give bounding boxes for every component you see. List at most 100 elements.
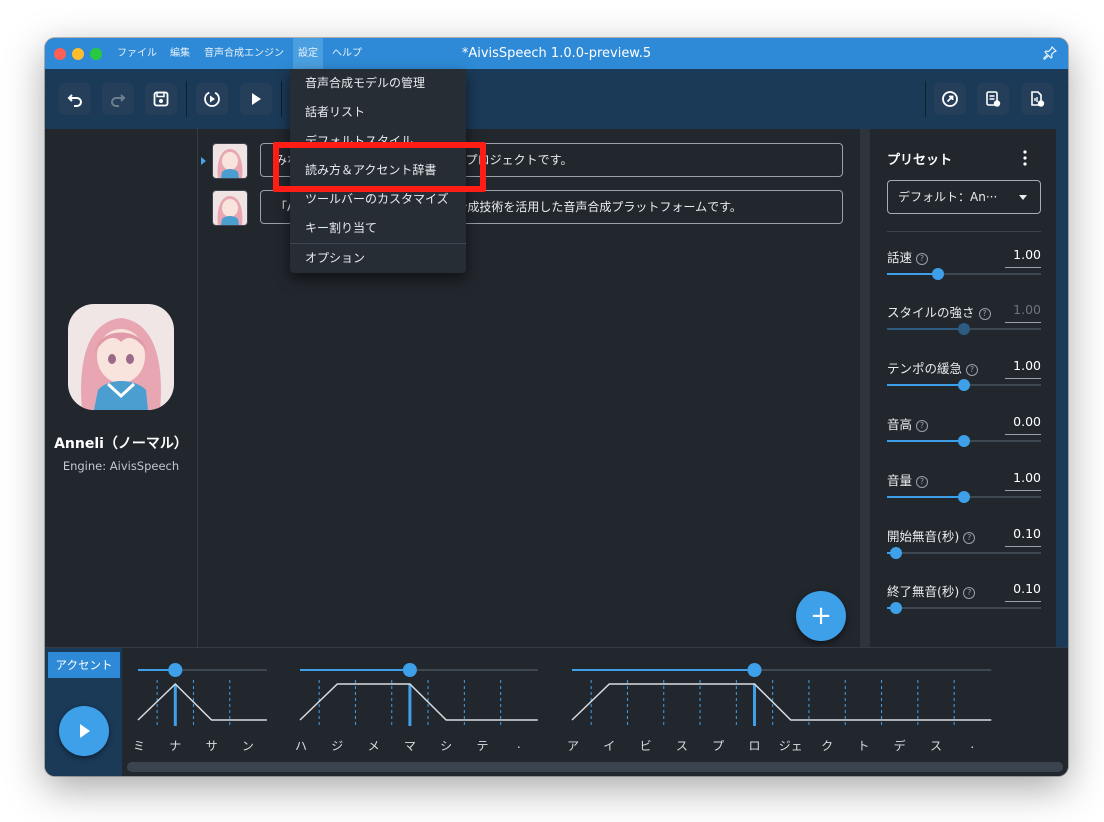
continuous-play-icon bbox=[204, 91, 220, 107]
param-label: 終了無音(秒)? bbox=[887, 581, 976, 600]
slider-thumb[interactable] bbox=[958, 491, 970, 503]
param-label: 音高? bbox=[887, 414, 929, 433]
mora-label[interactable]: メ bbox=[362, 737, 386, 754]
mora-label[interactable]: ア bbox=[561, 737, 585, 754]
help-icon[interactable]: ? bbox=[916, 420, 929, 432]
mora-label[interactable]: デ bbox=[888, 737, 912, 754]
pitch-line bbox=[137, 682, 267, 721]
mora-label[interactable]: ハ bbox=[289, 737, 313, 754]
param-slider-group: 開始無音(秒)? 0.10 bbox=[887, 526, 1041, 572]
mora-label[interactable]: イ bbox=[597, 737, 621, 754]
mora-label[interactable]: ナ bbox=[163, 737, 187, 754]
accent-scrollbar[interactable] bbox=[127, 762, 1063, 772]
slider-thumb[interactable] bbox=[890, 602, 902, 614]
row-avatar[interactable] bbox=[212, 143, 248, 179]
param-slider-group: 音量? 1.00 bbox=[887, 470, 1041, 516]
save-button[interactable] bbox=[145, 83, 177, 115]
audio-export-button[interactable] bbox=[1021, 83, 1053, 115]
mora-label[interactable]: . bbox=[507, 737, 531, 751]
mora-label[interactable]: ク bbox=[815, 737, 839, 754]
accent-slider-thumb[interactable] bbox=[168, 663, 183, 677]
slider-track[interactable] bbox=[887, 552, 1041, 554]
help-icon[interactable]: ? bbox=[916, 476, 929, 488]
save-icon bbox=[153, 91, 169, 107]
param-slider-group: 終了無音(秒)? 0.10 bbox=[887, 581, 1041, 627]
more-vert-icon[interactable] bbox=[1022, 150, 1028, 166]
param-label-text: 終了無音(秒) bbox=[887, 584, 960, 599]
editor-scrollbar[interactable] bbox=[860, 129, 870, 647]
preset-title: プリセット bbox=[887, 153, 953, 168]
param-label: 音量? bbox=[887, 470, 929, 489]
play-icon bbox=[252, 93, 261, 105]
slider-track[interactable] bbox=[887, 607, 1041, 609]
mora-label[interactable]: サ bbox=[200, 737, 224, 754]
character-engine: Engine: AivisSpeech bbox=[62, 459, 180, 473]
slider-thumb[interactable] bbox=[958, 323, 970, 335]
mora-label[interactable]: テ bbox=[471, 737, 495, 754]
text-export-button[interactable] bbox=[977, 83, 1009, 115]
row-avatar[interactable] bbox=[212, 190, 248, 226]
highlight-box bbox=[273, 142, 486, 192]
menu-item-model-management[interactable]: 音声合成モデルの管理 bbox=[290, 69, 466, 98]
param-label: スタイルの強さ? bbox=[887, 302, 991, 321]
mora-label[interactable]: プ bbox=[706, 737, 730, 754]
toolbar-separator bbox=[186, 81, 187, 117]
slider-thumb[interactable] bbox=[932, 268, 944, 280]
title-bar: ファイル 編集 音声合成エンジン 設定 ヘルプ *AivisSpeech 1.0… bbox=[45, 38, 1068, 69]
slider-thumb[interactable] bbox=[958, 435, 970, 447]
mora-label[interactable]: ス bbox=[924, 737, 948, 754]
accent-slider-thumb[interactable] bbox=[402, 663, 417, 677]
preset-select[interactable]: デフォルト：An··· bbox=[887, 180, 1041, 214]
add-line-button[interactable]: + bbox=[796, 591, 846, 641]
param-label-text: 音高 bbox=[887, 417, 913, 432]
export-button[interactable] bbox=[934, 83, 966, 115]
preset-panel: プリセット デフォルト：An··· 話速? 1.00 スタイルの強さ? 1.00 テンポ… bbox=[872, 129, 1056, 647]
play-continuously-button[interactable] bbox=[196, 83, 228, 115]
play-button[interactable] bbox=[240, 83, 272, 115]
help-icon[interactable]: ? bbox=[963, 532, 976, 544]
param-value-input[interactable]: 0.10 bbox=[1005, 581, 1041, 602]
accent-slider-thumb[interactable] bbox=[747, 663, 762, 677]
mora-label[interactable]: シ bbox=[434, 737, 458, 754]
param-value-input[interactable]: 0.10 bbox=[1005, 526, 1041, 547]
param-slider-group: 話速? 1.00 bbox=[887, 247, 1041, 293]
undo-button[interactable] bbox=[59, 83, 91, 115]
help-icon[interactable]: ? bbox=[966, 364, 979, 376]
active-row-indicator bbox=[201, 157, 206, 165]
mora-label[interactable]: . bbox=[960, 737, 984, 751]
param-value-input[interactable]: 1.00 bbox=[1005, 358, 1041, 379]
mora-label[interactable]: マ bbox=[398, 737, 422, 754]
menu-item-speaker-list[interactable]: 話者リスト bbox=[290, 98, 466, 127]
mora-label[interactable]: ミ bbox=[127, 737, 151, 754]
param-value-input[interactable]: 1.00 bbox=[1005, 302, 1041, 323]
slider-thumb[interactable] bbox=[890, 547, 902, 559]
mora-label[interactable]: ス bbox=[670, 737, 694, 754]
param-value-input[interactable]: 0.00 bbox=[1005, 414, 1041, 435]
slider-fill bbox=[887, 328, 964, 330]
slider-thumb[interactable] bbox=[958, 379, 970, 391]
mora-label[interactable]: ビ bbox=[634, 737, 658, 754]
slider-fill bbox=[887, 496, 964, 498]
pin-icon[interactable] bbox=[1042, 45, 1058, 61]
help-icon[interactable]: ? bbox=[963, 587, 976, 599]
toolbar-separator bbox=[925, 81, 926, 117]
mora-label[interactable]: ン bbox=[236, 737, 260, 754]
param-value-input[interactable]: 1.00 bbox=[1005, 247, 1041, 268]
redo-button[interactable] bbox=[102, 83, 134, 115]
character-panel: Anneli（ノーマル） Engine: AivisSpeech bbox=[45, 129, 198, 647]
character-name: Anneli（ノーマル） bbox=[54, 436, 188, 452]
menu-item-options[interactable]: オプション bbox=[290, 244, 466, 273]
mora-label[interactable]: ト bbox=[851, 737, 875, 754]
param-label-text: 話速 bbox=[887, 250, 913, 265]
mora-label[interactable]: ロ bbox=[743, 737, 767, 754]
param-label: 話速? bbox=[887, 247, 929, 266]
mora-label[interactable]: ジ bbox=[325, 737, 349, 754]
help-icon[interactable]: ? bbox=[978, 308, 991, 320]
param-label-text: テンポの緩急 bbox=[887, 361, 963, 376]
mora-label[interactable]: ジェ bbox=[779, 737, 803, 754]
help-icon[interactable]: ? bbox=[916, 253, 929, 265]
redo-icon bbox=[111, 94, 126, 107]
preset-scrollbar[interactable] bbox=[1056, 129, 1068, 647]
menu-item-key-bindings[interactable]: キー割り当て bbox=[290, 214, 466, 243]
param-value-input[interactable]: 1.00 bbox=[1005, 470, 1041, 491]
